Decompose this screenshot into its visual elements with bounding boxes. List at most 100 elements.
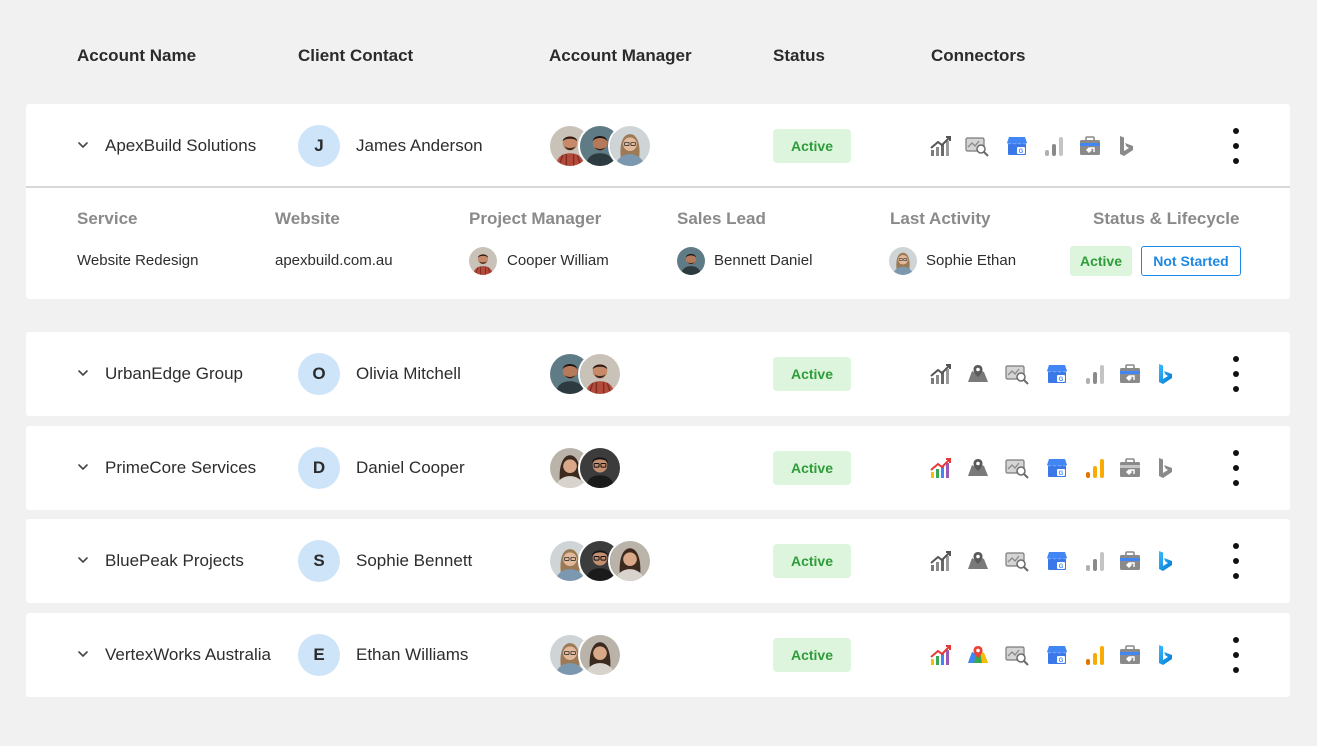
google-business-icon[interactable]: [1045, 643, 1069, 667]
maps-pin-icon[interactable]: [966, 643, 990, 667]
analytics-bars-icon[interactable]: [1083, 549, 1107, 573]
more-options-button[interactable]: [1230, 637, 1242, 675]
account-card-vertexworks: VertexWorks Australia E Ethan Williams A…: [26, 613, 1290, 697]
analytics-bars-icon[interactable]: [1083, 362, 1107, 386]
contact-avatar: O: [298, 353, 340, 395]
bing-icon[interactable]: [1153, 362, 1177, 386]
contact-name: James Anderson: [356, 136, 483, 155]
project-manager-name: Cooper William: [507, 252, 609, 269]
avatar: [469, 247, 497, 275]
contact-name: Ethan Williams: [356, 645, 469, 664]
maps-pin-icon[interactable]: [966, 549, 990, 573]
more-options-button[interactable]: [1230, 543, 1242, 581]
more-options-button[interactable]: [1230, 128, 1242, 166]
avatar: [608, 539, 652, 583]
growth-chart-icon[interactable]: [929, 456, 953, 480]
divider: [26, 186, 1290, 188]
search-console-icon[interactable]: [1005, 456, 1029, 480]
bing-icon[interactable]: [1153, 549, 1177, 573]
google-business-icon[interactable]: [1045, 362, 1069, 386]
contact-name: Sophie Bennett: [356, 551, 473, 570]
account-name[interactable]: ApexBuild Solutions: [105, 136, 256, 156]
contact-avatar: J: [298, 125, 340, 167]
analytics-bars-icon[interactable]: [1042, 134, 1066, 158]
avatar: [578, 633, 622, 677]
status-badge: Active: [1070, 246, 1132, 276]
growth-chart-icon[interactable]: [929, 362, 953, 386]
analytics-bars-icon[interactable]: [1083, 643, 1107, 667]
growth-chart-icon[interactable]: [929, 549, 953, 573]
chevron-down-icon[interactable]: [76, 553, 90, 567]
avatar: [578, 446, 622, 490]
account-row[interactable]: VertexWorks Australia E Ethan Williams A…: [26, 613, 1290, 697]
service-value: Website Redesign: [77, 252, 199, 269]
tag-manager-icon[interactable]: [1118, 643, 1142, 667]
lifecycle-badge[interactable]: Not Started: [1141, 246, 1241, 276]
detail-header-service: Service: [77, 209, 138, 228]
account-card-apexbuild: ApexBuild Solutions J James Anderson Act…: [26, 104, 1290, 299]
growth-chart-icon[interactable]: [929, 643, 953, 667]
account-row[interactable]: ApexBuild Solutions J James Anderson Act…: [26, 104, 1290, 188]
contact-avatar: S: [298, 540, 340, 582]
account-card-urbanedge: UrbanEdge Group O Olivia Mitchell Active: [26, 332, 1290, 416]
contact-avatar: E: [298, 634, 340, 676]
account-card-bluepeak: BluePeak Projects S Sophie Bennett Activ…: [26, 519, 1290, 603]
contact-name: Daniel Cooper: [356, 458, 465, 477]
google-business-icon[interactable]: [1005, 134, 1029, 158]
account-name[interactable]: PrimeCore Services: [105, 458, 256, 478]
analytics-bars-icon[interactable]: [1083, 456, 1107, 480]
bing-icon[interactable]: [1153, 456, 1177, 480]
tag-manager-icon[interactable]: [1078, 134, 1102, 158]
avatar: [677, 247, 705, 275]
column-client-contact[interactable]: Client Contact: [298, 46, 413, 66]
avatar: [889, 247, 917, 275]
maps-pin-icon[interactable]: [966, 456, 990, 480]
account-row[interactable]: PrimeCore Services D Daniel Cooper Activ…: [26, 426, 1290, 510]
status-badge: Active: [773, 544, 851, 578]
column-connectors[interactable]: Connectors: [931, 46, 1025, 66]
search-console-icon[interactable]: [965, 134, 989, 158]
detail-header-project-manager: Project Manager: [469, 209, 602, 228]
avatar: [608, 124, 652, 168]
table-header: Account Name Client Contact Account Mana…: [0, 46, 1317, 72]
website-link[interactable]: apexbuild.com.au: [275, 252, 393, 269]
column-status[interactable]: Status: [773, 46, 825, 66]
search-console-icon[interactable]: [1005, 362, 1029, 386]
account-card-primecore: PrimeCore Services D Daniel Cooper Activ…: [26, 426, 1290, 510]
search-console-icon[interactable]: [1005, 549, 1029, 573]
account-name[interactable]: BluePeak Projects: [105, 551, 244, 571]
maps-pin-icon[interactable]: [966, 362, 990, 386]
google-business-icon[interactable]: [1045, 549, 1069, 573]
avatar: [578, 352, 622, 396]
status-badge: Active: [773, 451, 851, 485]
chevron-down-icon[interactable]: [76, 647, 90, 661]
column-account-name[interactable]: Account Name: [77, 46, 196, 66]
account-name[interactable]: VertexWorks Australia: [105, 645, 271, 665]
google-business-icon[interactable]: [1045, 456, 1069, 480]
account-name[interactable]: UrbanEdge Group: [105, 364, 243, 384]
status-badge: Active: [773, 357, 851, 391]
chevron-down-icon[interactable]: [76, 138, 90, 152]
bing-icon[interactable]: [1114, 134, 1138, 158]
chevron-down-icon[interactable]: [76, 460, 90, 474]
status-badge: Active: [773, 129, 851, 163]
more-options-button[interactable]: [1230, 450, 1242, 488]
tag-manager-icon[interactable]: [1118, 362, 1142, 386]
search-console-icon[interactable]: [1005, 643, 1029, 667]
column-account-manager[interactable]: Account Manager: [549, 46, 692, 66]
sales-lead-name: Bennett Daniel: [714, 252, 813, 269]
detail-header-sales-lead: Sales Lead: [677, 209, 766, 228]
growth-chart-icon[interactable]: [929, 134, 953, 158]
account-row[interactable]: BluePeak Projects S Sophie Bennett Activ…: [26, 519, 1290, 603]
status-badge: Active: [773, 638, 851, 672]
detail-header-last-activity: Last Activity: [890, 209, 991, 228]
bing-icon[interactable]: [1153, 643, 1177, 667]
more-options-button[interactable]: [1230, 356, 1242, 394]
account-row[interactable]: UrbanEdge Group O Olivia Mitchell Active: [26, 332, 1290, 416]
chevron-down-icon[interactable]: [76, 366, 90, 380]
contact-name: Olivia Mitchell: [356, 364, 461, 383]
detail-header-website: Website: [275, 209, 340, 228]
detail-header-status-lifecycle: Status & Lifecycle: [1093, 209, 1240, 228]
tag-manager-icon[interactable]: [1118, 549, 1142, 573]
tag-manager-icon[interactable]: [1118, 456, 1142, 480]
